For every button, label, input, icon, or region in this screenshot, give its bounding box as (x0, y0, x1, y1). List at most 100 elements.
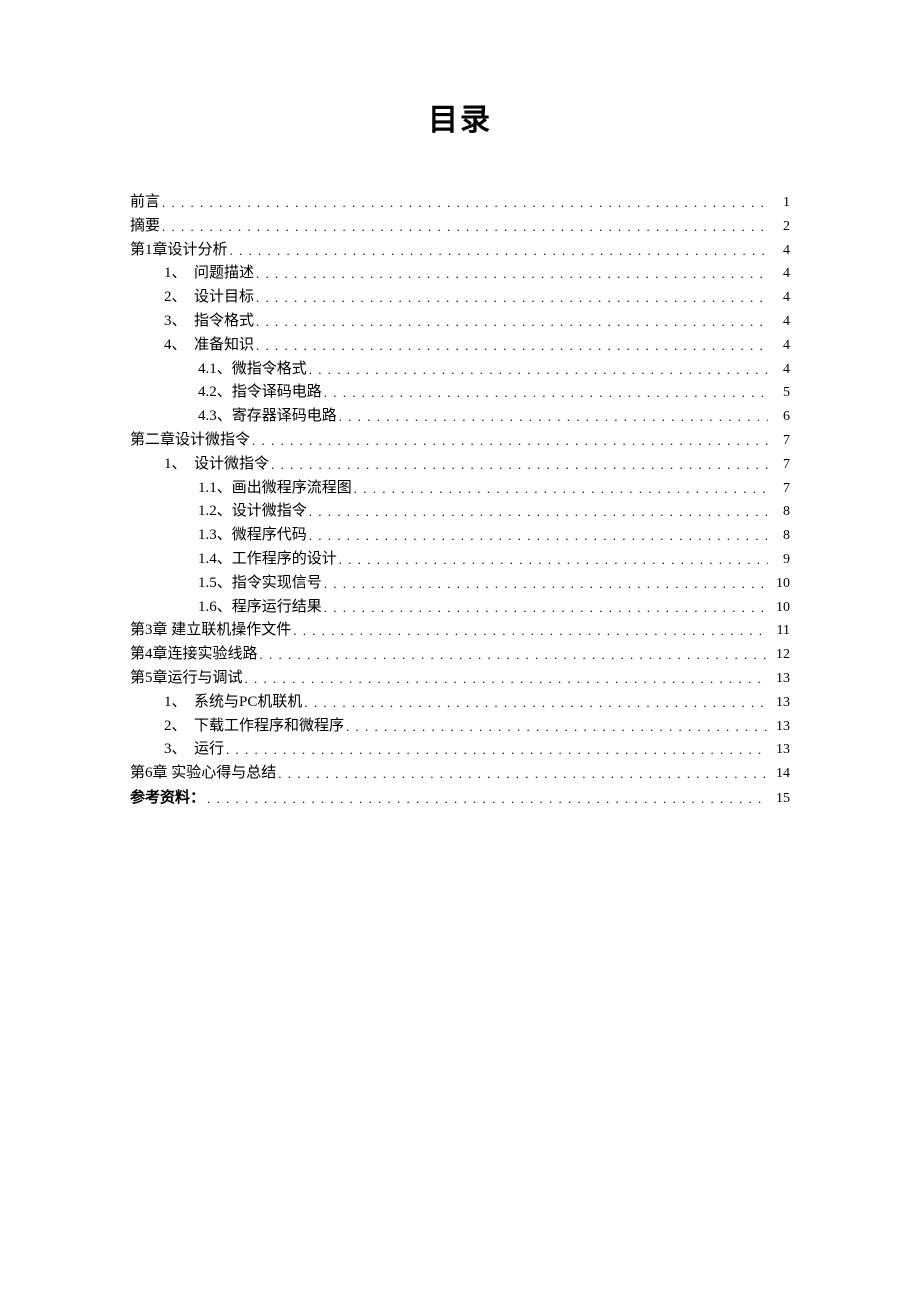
toc-entry-label: 问题描述 (194, 266, 256, 281)
toc-entry-number: 1.4、 (198, 552, 232, 567)
toc-entry-page: 7 (768, 458, 790, 472)
toc-leader-dots (256, 339, 768, 352)
toc-entry: 4.3、寄存器译码电路 6 (130, 409, 790, 424)
toc-entry: 第6章 实验心得与总结 14 (130, 766, 790, 781)
toc-entry-label: 下载工作程序和微程序 (194, 719, 346, 734)
toc-entry: 1.2、设计微指令 8 (130, 504, 790, 519)
toc-entry-label: 设计目标 (194, 290, 256, 305)
toc-leader-dots (304, 696, 768, 709)
toc-entry: 2、设计目标 4 (130, 290, 790, 305)
toc-entry-label: 运行 (194, 742, 226, 757)
toc-entry-number: 4.3、 (198, 409, 232, 424)
toc-leader-dots (226, 743, 768, 756)
toc-leader-dots (324, 386, 768, 399)
toc-leader-dots (260, 648, 768, 661)
toc-leader-dots (339, 410, 768, 423)
toc-entry: 1.3、微程序代码8 (130, 528, 790, 543)
toc-entry-page: 10 (768, 601, 790, 615)
toc-entry-label: 画出微程序流程图 (232, 481, 354, 496)
toc-entry: 1.4、工作程序的设计9 (130, 552, 790, 567)
toc-entry-label: 第6章 实验心得与总结 (130, 766, 278, 781)
toc-entry-page: 4 (768, 291, 790, 305)
toc-entry: 1.6、程序运行结果 10 (130, 600, 790, 615)
toc-entry-number: 4、 (164, 338, 194, 353)
toc-entry-label: 设计微指令 (232, 504, 309, 519)
toc-entry-label: 程序运行结果 (232, 600, 324, 615)
toc-entry-page: 1 (768, 196, 790, 210)
toc-entry-page: 13 (768, 743, 790, 757)
toc-entry-number: 4.1、 (198, 362, 232, 377)
toc-entry-number: 1、 (164, 266, 194, 281)
toc-entry-page: 4 (768, 244, 790, 258)
toc-entry: 3、运行 13 (130, 742, 790, 757)
toc-entry: 参考资料：15 (130, 790, 790, 806)
toc-entry-label: 微指令格式 (232, 362, 309, 377)
toc-entry-page: 4 (768, 315, 790, 329)
toc-entry-page: 12 (768, 648, 790, 662)
toc-entry: 摘要 2 (130, 219, 790, 234)
toc-entry: 4、准备知识4 (130, 338, 790, 353)
toc-entry-page: 4 (768, 363, 790, 377)
toc-entry-number: 4.2、 (198, 385, 232, 400)
toc-leader-dots (207, 792, 768, 805)
toc-entry: 第5章运行与调试13 (130, 671, 790, 686)
toc-entry: 第3章 建立联机操作文件 11 (130, 623, 790, 638)
toc-entry-number: 2、 (164, 719, 194, 734)
toc-list: 前言1摘要2第1章设计分析41、问题描述42、设计目标43、指令格式44、准备知… (130, 195, 790, 806)
toc-entry: 1、问题描述 4 (130, 266, 790, 281)
toc-leader-dots (256, 267, 768, 280)
toc-entry: 1.1、画出微程序流程图7 (130, 481, 790, 496)
toc-entry-page: 13 (768, 696, 790, 710)
toc-leader-dots (309, 505, 768, 518)
toc-entry-number: 1.2、 (198, 504, 232, 519)
toc-entry-label: 指令实现信号 (232, 576, 324, 591)
toc-entry-label: 寄存器译码电路 (232, 409, 339, 424)
toc-entry-page: 6 (768, 410, 790, 424)
toc-leader-dots (162, 220, 768, 233)
toc-entry-page: 8 (768, 529, 790, 543)
toc-leader-dots (309, 529, 768, 542)
toc-entry: 3、指令格式4 (130, 314, 790, 329)
toc-leader-dots (324, 577, 768, 590)
toc-entry-number: 1、 (164, 457, 194, 472)
toc-entry-page: 14 (768, 767, 790, 781)
toc-entry-label: 第4章连接实验线路 (130, 647, 260, 662)
toc-entry-page: 13 (768, 672, 790, 686)
toc-title: 目录 (130, 95, 790, 139)
toc-entry-label: 第1章设计分析 (130, 243, 230, 258)
toc-leader-dots (354, 482, 768, 495)
toc-entry-label: 准备知识 (194, 338, 256, 353)
toc-entry-number: 1.5、 (198, 576, 232, 591)
toc-entry: 第1章设计分析 4 (130, 243, 790, 258)
toc-leader-dots (271, 458, 768, 471)
toc-entry: 第二章设计微指令 7 (130, 433, 790, 448)
toc-entry-number: 1.1、 (198, 481, 232, 496)
toc-entry-number: 1.6、 (198, 600, 232, 615)
toc-entry-label: 第二章设计微指令 (130, 433, 252, 448)
toc-entry: 4.2、 指令译码电路 5 (130, 385, 790, 400)
toc-entry-label: 指令译码电路 (232, 385, 324, 400)
toc-leader-dots (339, 553, 768, 566)
toc-entry-number: 2、 (164, 290, 194, 305)
toc-entry-number: 1、 (164, 695, 194, 710)
toc-entry-page: 11 (768, 624, 790, 638)
toc-leader-dots (162, 196, 768, 209)
toc-entry-label: 系统与PC机联机 (194, 695, 304, 710)
toc-entry: 1、系统与PC机联机 13 (130, 695, 790, 710)
toc-entry: 第4章连接实验线路 12 (130, 647, 790, 662)
toc-entry-page: 8 (768, 505, 790, 519)
toc-entry-page: 4 (768, 267, 790, 281)
toc-leader-dots (278, 767, 768, 780)
toc-entry-label: 摘要 (130, 219, 162, 234)
toc-entry-page: 2 (768, 220, 790, 234)
toc-entry: 1.5、指令实现信号10 (130, 576, 790, 591)
toc-entry-number: 3、 (164, 742, 194, 757)
toc-leader-dots (293, 624, 768, 637)
toc-entry-label: 参考资料： (130, 790, 207, 805)
toc-entry-page: 13 (768, 720, 790, 734)
toc-leader-dots (245, 672, 768, 685)
toc-entry-label: 第3章 建立联机操作文件 (130, 623, 293, 638)
toc-entry-page: 7 (768, 434, 790, 448)
toc-entry-page: 5 (768, 386, 790, 400)
toc-leader-dots (346, 720, 768, 733)
